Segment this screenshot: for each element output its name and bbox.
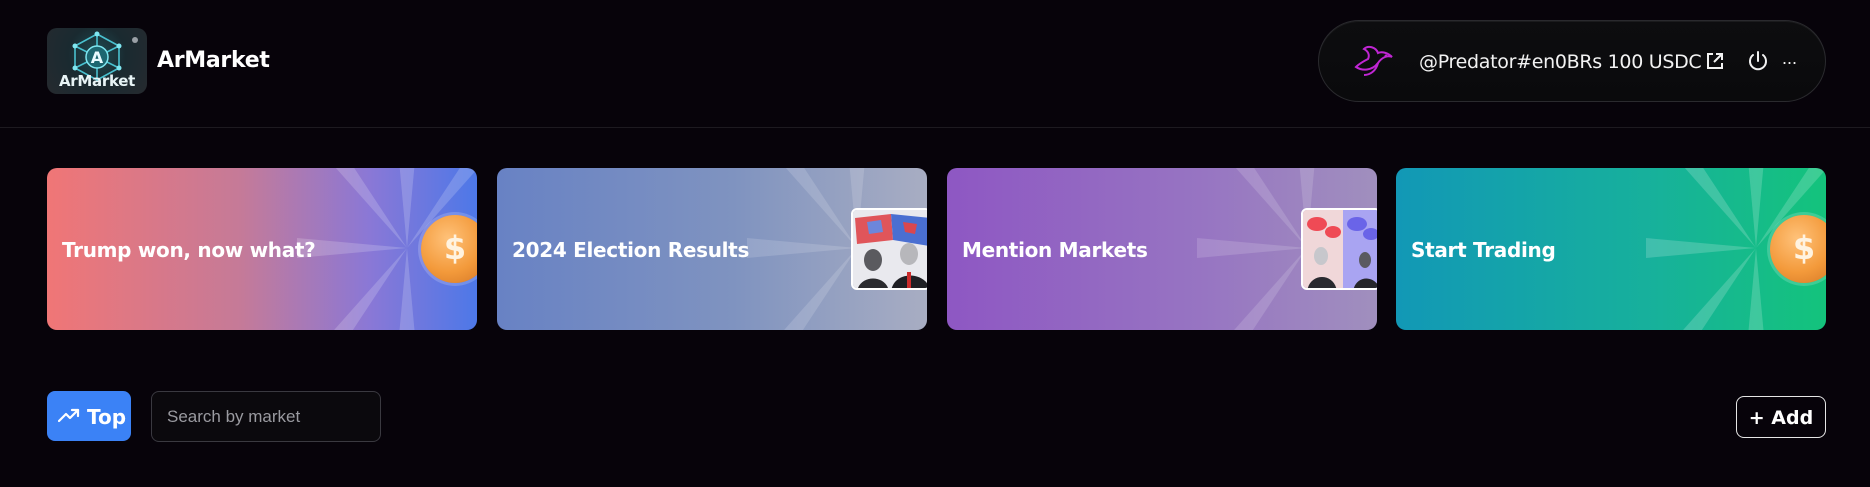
top-filter-button[interactable]: Top: [47, 391, 131, 441]
search-input[interactable]: [167, 392, 367, 441]
banner-trump-won[interactable]: $ Trump won, now what?: [47, 168, 477, 330]
power-icon[interactable]: [1747, 50, 1769, 72]
wallet-bird-icon: [1354, 45, 1393, 76]
banner-start-trading[interactable]: $ Start Trading: [1396, 168, 1826, 330]
app-logo[interactable]: A ArMarket: [47, 28, 147, 94]
header: A ArMarket ArMarket @Predator#en0BRs 100…: [0, 0, 1870, 128]
brand-title[interactable]: ArMarket: [157, 48, 270, 73]
election-photo: [851, 208, 927, 290]
account-handle: @Predator#en0BRs 100 USDC: [1419, 51, 1702, 73]
logo-text: ArMarket: [59, 72, 135, 90]
banner-election-results[interactable]: 2024 Election Results: [497, 168, 927, 330]
search-box[interactable]: [151, 391, 381, 442]
svg-text:A: A: [91, 48, 104, 67]
trending-up-icon: [58, 408, 80, 423]
banner-label: Trump won, now what?: [62, 238, 316, 262]
top-button-label: Top: [87, 405, 127, 429]
add-button-label: + Add: [1748, 407, 1814, 429]
mention-photo: [1301, 208, 1377, 290]
banner-mention-markets[interactable]: Mention Markets: [947, 168, 1377, 330]
banner-label: Mention Markets: [962, 238, 1148, 262]
external-link-icon[interactable]: [1705, 51, 1725, 71]
add-button[interactable]: + Add: [1736, 396, 1826, 438]
more-button[interactable]: ...: [1782, 48, 1797, 69]
account-pill[interactable]: @Predator#en0BRs 100 USDC ...: [1318, 20, 1826, 102]
banner-label: Start Trading: [1411, 238, 1556, 262]
banner-label: 2024 Election Results: [512, 238, 750, 262]
